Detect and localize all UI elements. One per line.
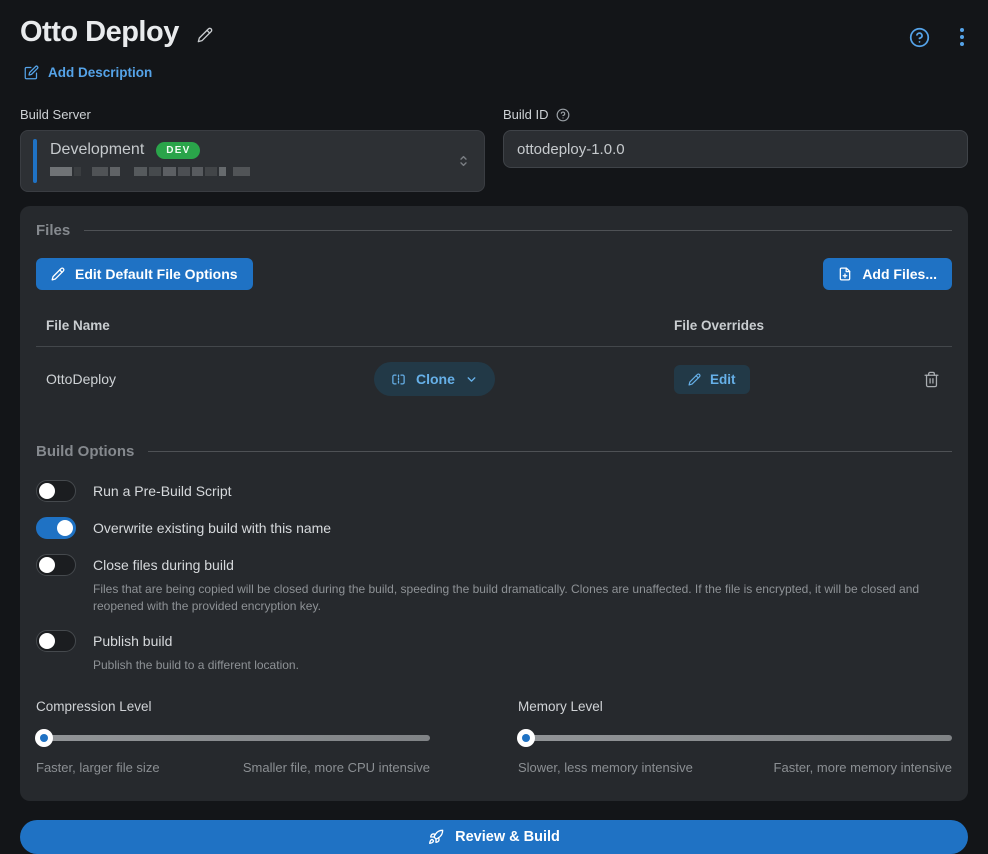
pencil-square-icon [24,65,39,80]
help-icon[interactable] [909,27,930,48]
pencil-icon [51,267,65,281]
toggle-close-files-during-build[interactable] [36,554,76,576]
compression-level-label: Compression Level [36,699,430,714]
toggle-publish-build[interactable] [36,630,76,652]
kebab-menu-icon[interactable] [956,26,968,48]
file-name-cell: OttoDeploy [46,371,374,387]
slider-min-hint: Slower, less memory intensive [518,760,693,775]
build-id-label: Build ID [503,107,968,122]
pencil-icon [688,373,701,386]
chevron-down-icon [465,373,478,386]
rocket-icon [428,829,444,845]
files-section-header: Files [36,222,952,239]
column-file-name: File Name [46,318,674,333]
option-publish-build: Publish build Publish the build to a dif… [36,630,952,674]
option-run-prebuild-script: Run a Pre-Build Script [36,480,952,502]
build-id-field: Build ID [503,107,968,192]
edit-title-icon[interactable] [197,27,213,43]
memory-level-label: Memory Level [518,699,952,714]
option-description: Publish the build to a different locatio… [93,657,299,674]
slider-handle[interactable] [35,729,53,747]
compression-level-slider[interactable] [36,729,430,747]
slider-max-hint: Smaller file, more CPU intensive [243,760,430,775]
files-table-header: File Name File Overrides [36,306,952,347]
build-server-select[interactable]: Development DEV [20,130,485,192]
build-server-label: Build Server [20,107,485,122]
compression-level-field: Compression Level Faster, larger file si… [36,699,430,775]
delete-file-icon[interactable] [921,371,942,388]
build-config-row: Build Server Development DEV [20,107,968,192]
column-file-overrides: File Overrides [674,318,942,333]
option-close-files-during-build: Close files during build Files that are … [36,554,952,615]
add-description-link[interactable]: Add Description [24,65,152,80]
memory-level-slider[interactable] [518,729,952,747]
build-options-section-header: Build Options [36,443,952,460]
slider-track[interactable] [518,735,952,741]
slider-handle[interactable] [517,729,535,747]
add-description-label: Add Description [48,65,152,80]
dev-badge: DEV [156,142,200,159]
chevrons-up-down-icon [456,154,471,169]
option-overwrite-existing-build: Overwrite existing build with this name [36,517,952,539]
section-divider [84,230,952,231]
app-header: Otto Deploy [20,0,968,49]
slider-min-hint: Faster, larger file size [36,760,160,775]
toggle-overwrite-existing-build[interactable] [36,517,76,539]
build-card: Files Edit Default File Options Add File… [20,206,968,801]
build-id-help-icon[interactable] [556,108,570,122]
selected-accent-bar [33,139,37,183]
page: Otto Deploy Add Description Build Server [0,0,988,801]
slider-max-hint: Faster, more memory intensive [774,760,952,775]
add-files-button[interactable]: Add Files... [823,258,952,290]
review-and-build-button[interactable]: Review & Build [20,820,968,854]
clone-dropdown-button[interactable]: Clone [374,362,495,396]
toggle-run-prebuild-script[interactable] [36,480,76,502]
memory-level-field: Memory Level Slower, less memory intensi… [518,699,952,775]
edit-default-file-options-button[interactable]: Edit Default File Options [36,258,253,290]
clone-icon [391,372,406,387]
files-section-title: Files [36,222,70,239]
page-title: Otto Deploy [20,16,179,49]
files-table: File Name File Overrides OttoDeploy Clon… [36,306,952,411]
table-row: OttoDeploy Clone Edit [36,347,952,411]
redacted-server-address [50,167,484,176]
build-options-section-title: Build Options [36,443,134,460]
option-description: Files that are being copied will be clos… [93,581,952,615]
slider-track[interactable] [36,735,430,741]
edit-overrides-button[interactable]: Edit [674,365,750,394]
build-server-selected-option: Development [50,141,144,159]
section-divider [148,451,952,452]
file-plus-icon [838,267,852,281]
build-server-field: Build Server Development DEV [20,107,485,192]
build-id-input[interactable] [503,130,968,168]
